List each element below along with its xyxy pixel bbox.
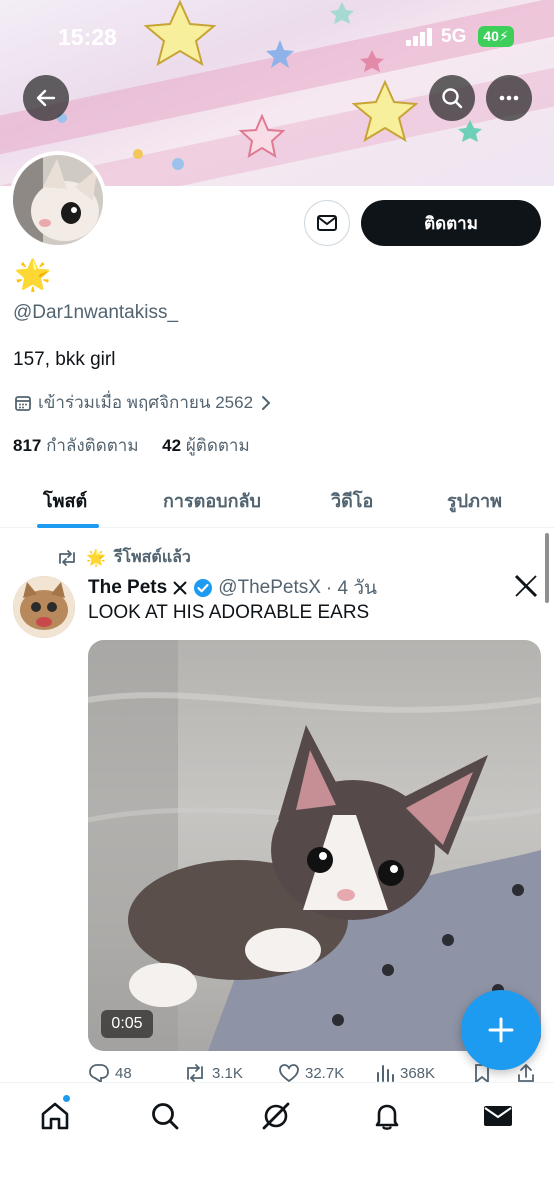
network-type: 5G: [441, 26, 467, 47]
x-logo-icon[interactable]: [513, 573, 539, 599]
more-icon: [499, 95, 519, 101]
follow-button[interactable]: ติดตาม: [361, 200, 541, 246]
back-button[interactable]: [23, 75, 69, 121]
nav-messages[interactable]: [481, 1099, 515, 1133]
envelope-icon: [317, 215, 337, 231]
battery-indicator: 40⚡: [478, 26, 514, 47]
views-action[interactable]: 368K: [375, 1063, 435, 1083]
battery-level: 40: [483, 28, 499, 44]
like-count: 32.7K: [305, 1064, 345, 1082]
share-action[interactable]: [516, 1063, 536, 1083]
profile-bio: 157, bkk girl: [13, 349, 116, 370]
message-button[interactable]: [304, 200, 350, 246]
following-label: กำลังติดตาม: [46, 436, 139, 455]
scrollbar[interactable]: [545, 533, 549, 603]
signal-icon: [406, 28, 434, 46]
followers-label: ผู้ติดตาม: [185, 436, 250, 455]
verified-badge-icon: [194, 579, 213, 597]
status-time: 15:28: [58, 24, 117, 50]
grok-icon: [262, 1102, 290, 1130]
kitten-video-frame: [88, 640, 541, 1051]
tab-replies[interactable]: การตอบกลับ: [163, 486, 261, 515]
home-notification-dot: [62, 1094, 71, 1103]
x-affiliation-icon: [173, 581, 187, 595]
heart-icon: [279, 1064, 299, 1083]
reply-action[interactable]: 48: [88, 1063, 132, 1083]
profile-avatar[interactable]: [9, 151, 107, 249]
follow-counts: 817 กำลังติดตาม 42 ผู้ติดตาม: [13, 432, 250, 459]
search-icon: [442, 88, 463, 109]
status-bar: 15:28 5G 40⚡: [0, 0, 554, 74]
reply-count: 48: [115, 1064, 132, 1082]
bell-icon: [375, 1104, 399, 1130]
joined-date: เข้าร่วมเมื่อ พฤศจิกายน 2562: [38, 393, 254, 412]
video-duration: 0:05: [101, 1010, 153, 1038]
tab-photos[interactable]: รูปภาพ: [447, 486, 502, 515]
bottom-navigation: [0, 1082, 554, 1200]
post-author-name[interactable]: The Pets: [88, 577, 167, 599]
joined-date-row[interactable]: เข้าร่วมเมื่อ พฤศจิกายน 2562: [14, 389, 273, 416]
views-count: 368K: [400, 1064, 436, 1082]
nav-explore[interactable]: [148, 1099, 182, 1133]
avatar-image: [13, 155, 103, 245]
calendar-icon: [15, 395, 31, 411]
chevron-right-icon: [262, 395, 271, 410]
post-author-avatar[interactable]: [13, 576, 75, 638]
home-icon: [41, 1102, 69, 1130]
mail-icon: [484, 1106, 512, 1126]
reply-icon: [89, 1064, 109, 1083]
repost-action[interactable]: 3.1K: [183, 1063, 243, 1083]
post-time: · 4 วัน: [325, 578, 378, 599]
profile-tabs: โพสต์ การตอบกลับ วิดีโอ รูปภาพ: [0, 470, 554, 528]
repost-icon: [59, 549, 75, 566]
followers-link[interactable]: 42 ผู้ติดตาม: [162, 436, 250, 455]
post-header: The Pets @ThePetsX · 4 วัน: [88, 573, 377, 603]
post-video[interactable]: [88, 640, 541, 1051]
nav-home[interactable]: [38, 1099, 72, 1133]
plus-icon: [488, 1017, 514, 1043]
post-text: LOOK AT HIS ADORABLE EARS: [88, 602, 370, 623]
search-icon: [152, 1103, 179, 1130]
repost-label: รีโพสต์แล้ว: [113, 549, 191, 566]
active-tab-indicator: [37, 524, 99, 528]
following-count: 817: [13, 436, 42, 455]
tab-videos[interactable]: วิดีโอ: [331, 486, 373, 515]
views-icon: [377, 1065, 394, 1082]
cat-avatar-image: [13, 576, 75, 638]
nav-grok[interactable]: [259, 1099, 293, 1133]
nav-notifications[interactable]: [370, 1099, 404, 1133]
following-link[interactable]: 817 กำลังติดตาม: [13, 436, 139, 455]
arrow-left-icon: [36, 89, 56, 107]
display-name: 🌟: [14, 259, 52, 292]
like-action[interactable]: 32.7K: [278, 1063, 344, 1083]
repost-icon: [187, 1064, 203, 1082]
search-button[interactable]: [429, 75, 475, 121]
share-icon: [518, 1063, 534, 1082]
followers-count: 42: [162, 436, 182, 455]
post-author-handle[interactable]: @ThePetsX: [218, 577, 321, 599]
repost-emoji: 🌟: [86, 549, 106, 567]
tab-posts[interactable]: โพสต์: [43, 486, 87, 515]
profile-handle: @Dar1nwantakiss_: [13, 302, 179, 323]
compose-button[interactable]: [461, 990, 541, 1070]
repost-count: 3.1K: [212, 1064, 243, 1082]
more-button[interactable]: [486, 75, 532, 121]
repost-indicator: 🌟 รีโพสต์แล้ว: [56, 545, 191, 570]
